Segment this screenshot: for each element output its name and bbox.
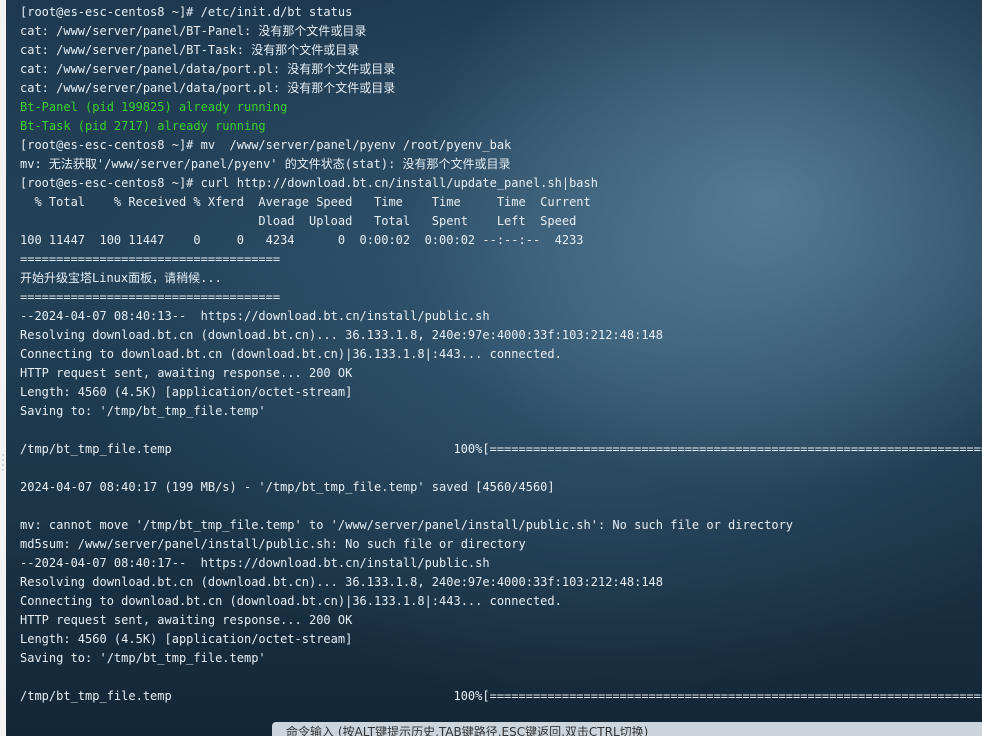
terminal-line: /tmp/bt_tmp_file.temp 100%[=============… [20, 689, 982, 703]
terminal-line: Saving to: '/tmp/bt_tmp_file.temp' [20, 651, 266, 665]
terminal-line: Resolving download.bt.cn (download.bt.cn… [20, 575, 663, 589]
terminal-line: Saving to: '/tmp/bt_tmp_file.temp' [20, 404, 266, 418]
terminal-line: 开始升级宝塔Linux面板，请稍候... [20, 271, 222, 285]
terminal-line: cat: /www/server/panel/data/port.pl: 没有那… [20, 62, 396, 76]
terminal-line: Connecting to download.bt.cn (download.b… [20, 347, 562, 361]
terminal-line: cat: /www/server/panel/BT-Task: 没有那个文件或目… [20, 43, 360, 57]
terminal-line: Bt-Task (pid 2717) already running [20, 119, 266, 133]
terminal-line: Resolving download.bt.cn (download.bt.cn… [20, 328, 663, 342]
splitter-grip-icon[interactable]: · · · · [1, 452, 5, 476]
terminal-line: --2024-04-07 08:40:17-- https://download… [20, 556, 490, 570]
terminal-line: Bt-Panel (pid 199825) already running [20, 100, 288, 114]
terminal-line: [root@es-esc-centos8 ~]# /etc/init.d/bt … [20, 5, 353, 19]
command-input-bar[interactable]: 命令输入 (按ALT键提示历史,TAB键路径,ESC键返回,双击CTRL切换) [272, 722, 982, 736]
terminal-line: mv: cannot move '/tmp/bt_tmp_file.temp' … [20, 518, 794, 532]
terminal-line: [root@es-esc-centos8 ~]# mv /www/server/… [20, 138, 512, 152]
terminal-line: HTTP request sent, awaiting response... … [20, 613, 353, 627]
terminal-line: Length: 4560 (4.5K) [application/octet-s… [20, 632, 353, 646]
terminal-line: Connecting to download.bt.cn (download.b… [20, 594, 562, 608]
terminal-line: cat: /www/server/panel/BT-Panel: 没有那个文件或… [20, 24, 367, 38]
terminal-line: Dload Upload Total Spent Left Speed [20, 214, 577, 228]
command-input-placeholder: 命令输入 (按ALT键提示历史,TAB键路径,ESC键返回,双击CTRL切换) [286, 725, 649, 736]
terminal-line: [root@es-esc-centos8 ~]# curl http://dow… [20, 176, 598, 190]
terminal-output[interactable]: [root@es-esc-centos8 ~]# /etc/init.d/bt … [6, 0, 982, 736]
terminal-line: % Total % Received % Xferd Average Speed… [20, 195, 591, 209]
ssh-client-window: · · · · [root@es-esc-centos8 ~]# /etc/init.… [0, 0, 982, 736]
terminal-line: cat: /www/server/panel/data/port.pl: 没有那… [20, 81, 396, 95]
terminal-line: Length: 4560 (4.5K) [application/octet-s… [20, 385, 353, 399]
terminal-line: ==================================== [20, 252, 281, 266]
terminal-line: HTTP request sent, awaiting response... … [20, 366, 353, 380]
terminal-line: --2024-04-07 08:40:13-- https://download… [20, 309, 490, 323]
terminal-line: mv: 无法获取'/www/server/panel/pyenv' 的文件状态(… [20, 157, 511, 171]
terminal-lines: [root@es-esc-centos8 ~]# /etc/init.d/bt … [20, 3, 982, 706]
terminal-line: 2024-04-07 08:40:17 (199 MB/s) - '/tmp/b… [20, 480, 555, 494]
terminal-line: md5sum: /www/server/panel/install/public… [20, 537, 526, 551]
terminal-line: ==================================== [20, 290, 281, 304]
terminal-line: /tmp/bt_tmp_file.temp 100%[=============… [20, 442, 982, 456]
terminal-line: 100 11447 100 11447 0 0 4234 0 0:00:02 0… [20, 233, 584, 247]
